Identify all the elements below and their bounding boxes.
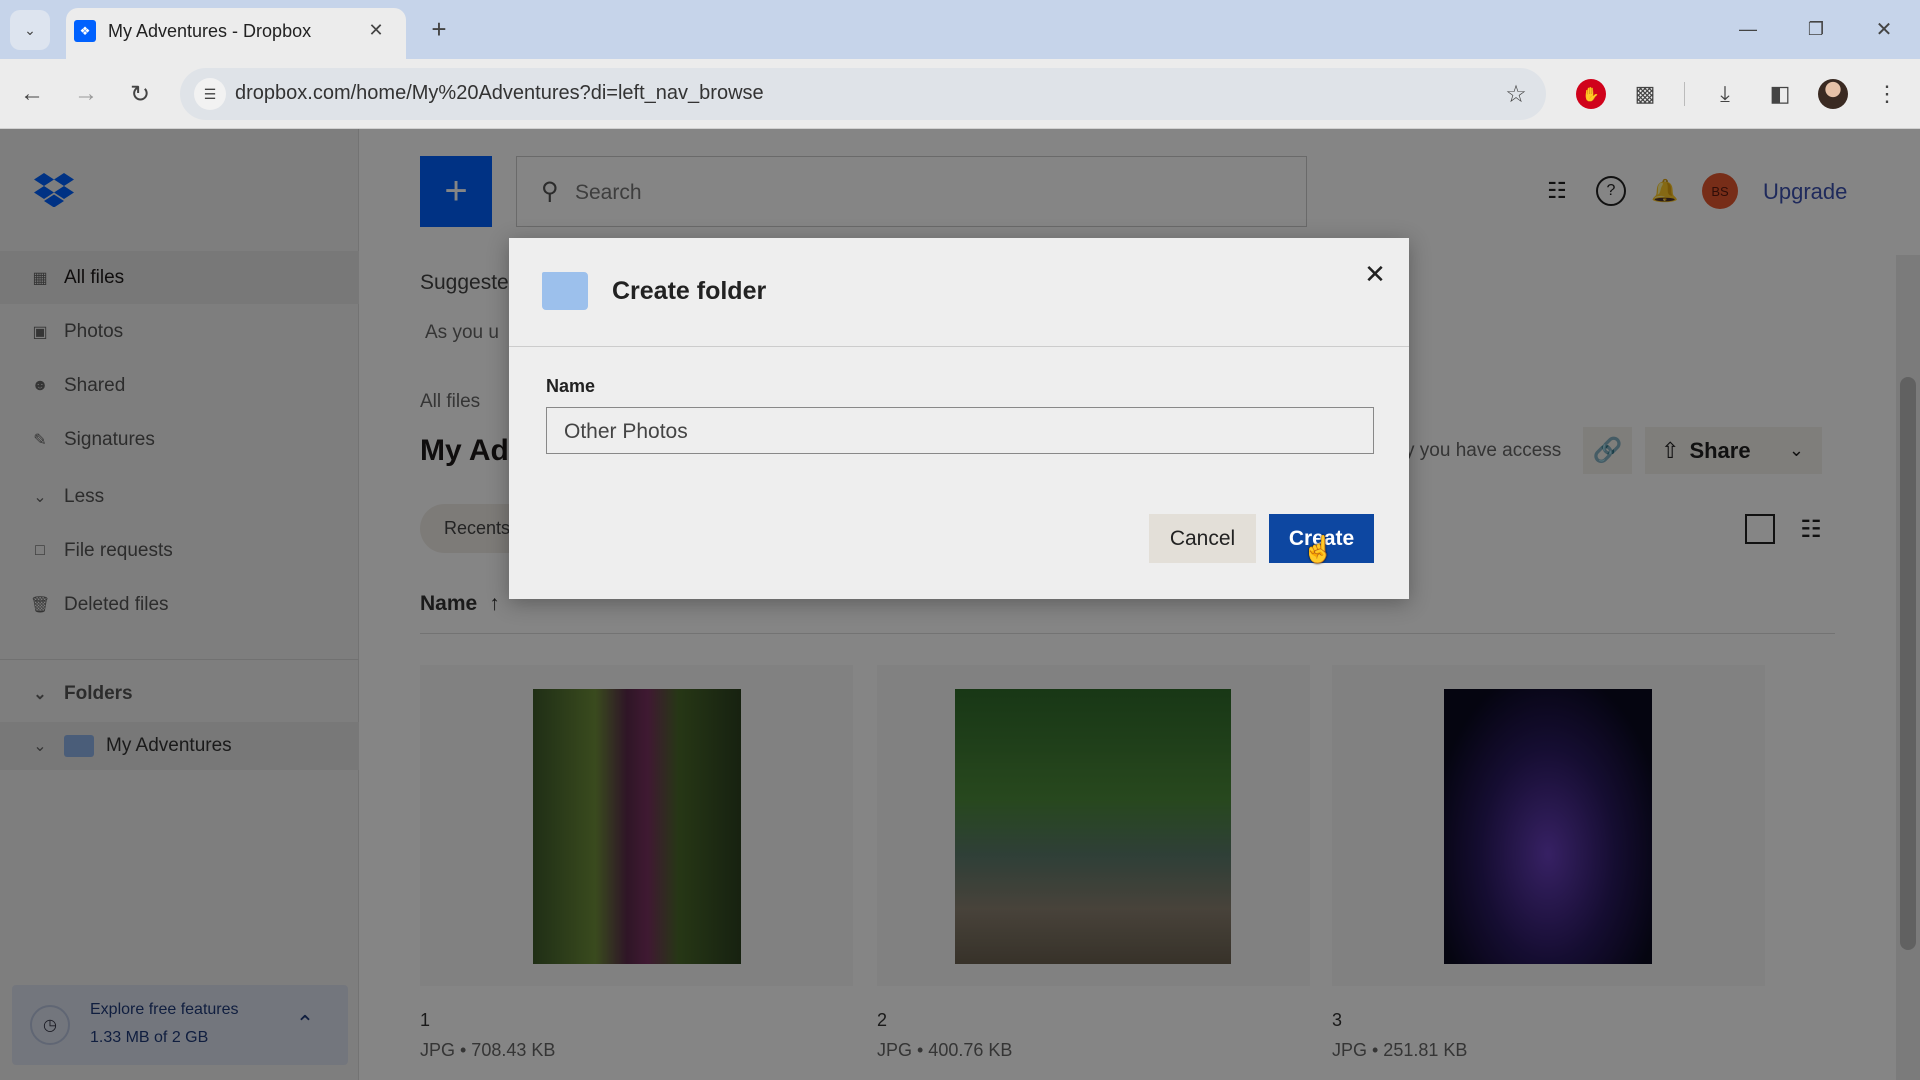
side-panel-icon[interactable]: ◧ [1765,79,1795,109]
mouse-pointer-hand-icon: ☝ [1302,534,1335,564]
folder-name-input[interactable]: Other Photos [546,407,1374,454]
forward-icon[interactable]: → [70,78,102,110]
restore-icon[interactable]: ❐ [1798,14,1834,44]
cancel-button[interactable]: Cancel [1149,514,1256,563]
close-window-icon[interactable]: ✕ [1866,14,1902,44]
browser-tab[interactable]: ❖ My Adventures - Dropbox ✕ [66,8,406,59]
profile-avatar[interactable] [1818,79,1848,109]
dialog-title: Create folder [612,277,767,305]
dropbox-favicon: ❖ [74,20,96,42]
back-icon[interactable]: ← [16,78,48,110]
create-folder-dialog: Create folder ✕ Name Other Photos Cancel… [509,238,1409,599]
name-field-label: Name [546,376,596,396]
reload-icon[interactable]: ↻ [124,78,156,110]
address-bar[interactable]: ☰ dropbox.com/home/My%20Adventures?di=le… [180,68,1546,120]
folder-icon [542,272,588,310]
tab-search-button[interactable]: ⌄ [10,10,50,50]
extensions-icon[interactable]: ▩ [1630,79,1660,109]
minimize-icon[interactable]: — [1730,14,1766,44]
tab-title: My Adventures - Dropbox [108,21,312,41]
dialog-header-divider [509,346,1409,347]
new-tab-plus-icon[interactable]: + [424,14,454,44]
url-text[interactable]: dropbox.com/home/My%20Adventures?di=left… [235,82,764,105]
adblock-icon[interactable]: ✋ [1576,79,1606,109]
close-icon[interactable]: ✕ [1359,258,1391,290]
toolbar-divider [1684,82,1685,106]
close-tab-icon[interactable]: ✕ [364,18,388,42]
site-settings-icon[interactable]: ☰ [194,78,226,110]
bookmark-star-icon[interactable]: ☆ [1500,78,1532,110]
download-icon[interactable]: ⤓ [1710,79,1740,109]
browser-menu-icon[interactable]: ⋮ [1872,79,1902,109]
